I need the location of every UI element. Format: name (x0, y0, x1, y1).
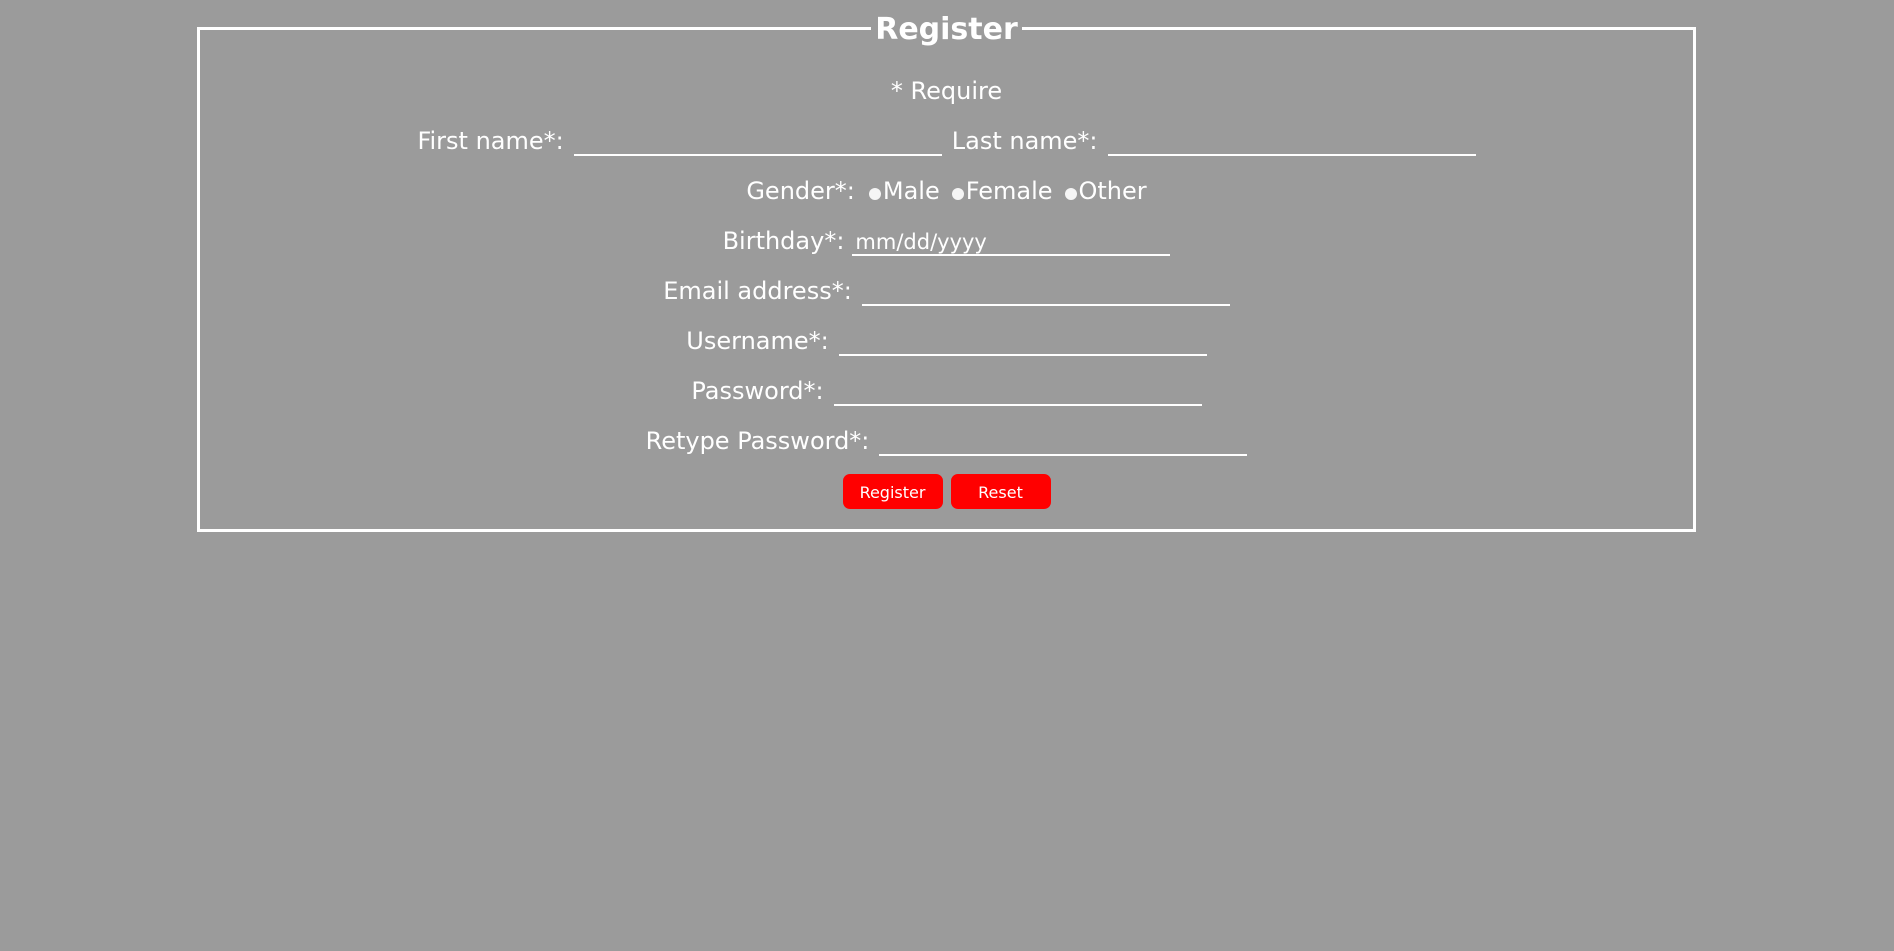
last-name-input[interactable] (1107, 126, 1476, 156)
retype-password-input[interactable] (879, 426, 1248, 456)
birthday-label: Birthday*: (722, 227, 845, 255)
radio-icon[interactable] (868, 188, 881, 200)
radio-icon[interactable] (1064, 188, 1077, 200)
last-name-label: Last name*: (951, 127, 1098, 155)
gender-radio-male[interactable]: Male (868, 176, 952, 206)
reset-button[interactable]: Reset (950, 474, 1051, 509)
username-label: Username*: (686, 327, 829, 355)
username-row: Username*: (200, 326, 1693, 356)
email-input[interactable] (861, 276, 1230, 306)
gender-label: Gender*: (746, 177, 855, 205)
gender-option-male: Male (882, 177, 940, 205)
name-row: First name*: Last name*: (200, 126, 1693, 156)
register-button[interactable]: Register (842, 474, 943, 509)
password-row: Password*: (200, 376, 1693, 406)
username-input[interactable] (838, 326, 1207, 356)
retype-password-label: Retype Password*: (645, 427, 870, 455)
gender-radio-other[interactable]: Other (1064, 176, 1147, 206)
register-legend-wrap: Register (200, 12, 1693, 48)
register-fieldset: Register * Require First name*: Last nam… (197, 12, 1696, 532)
email-row: Email address*: (200, 276, 1693, 306)
gender-row: Gender*: Male Female Other (200, 176, 1693, 206)
birthday-row: Birthday*: mm/dd/yyyy (200, 226, 1693, 256)
gender-radio-female[interactable]: Female (951, 176, 1065, 206)
button-row: Register Reset (200, 474, 1693, 509)
register-legend: Register (871, 12, 1022, 48)
required-note: * Require (890, 77, 1003, 105)
gender-option-other: Other (1078, 177, 1147, 205)
required-note-row: * Require (200, 76, 1693, 106)
password-label: Password*: (691, 377, 824, 405)
first-name-input[interactable] (573, 126, 942, 156)
birthday-placeholder: mm/dd/yyyy (855, 230, 987, 254)
retype-password-row: Retype Password*: (200, 426, 1693, 456)
radio-icon[interactable] (951, 188, 964, 200)
gender-option-female: Female (965, 177, 1053, 205)
first-name-label: First name*: (417, 127, 564, 155)
birthday-input[interactable]: mm/dd/yyyy (852, 226, 1171, 256)
password-input[interactable] (833, 376, 1202, 406)
email-label: Email address*: (663, 277, 852, 305)
